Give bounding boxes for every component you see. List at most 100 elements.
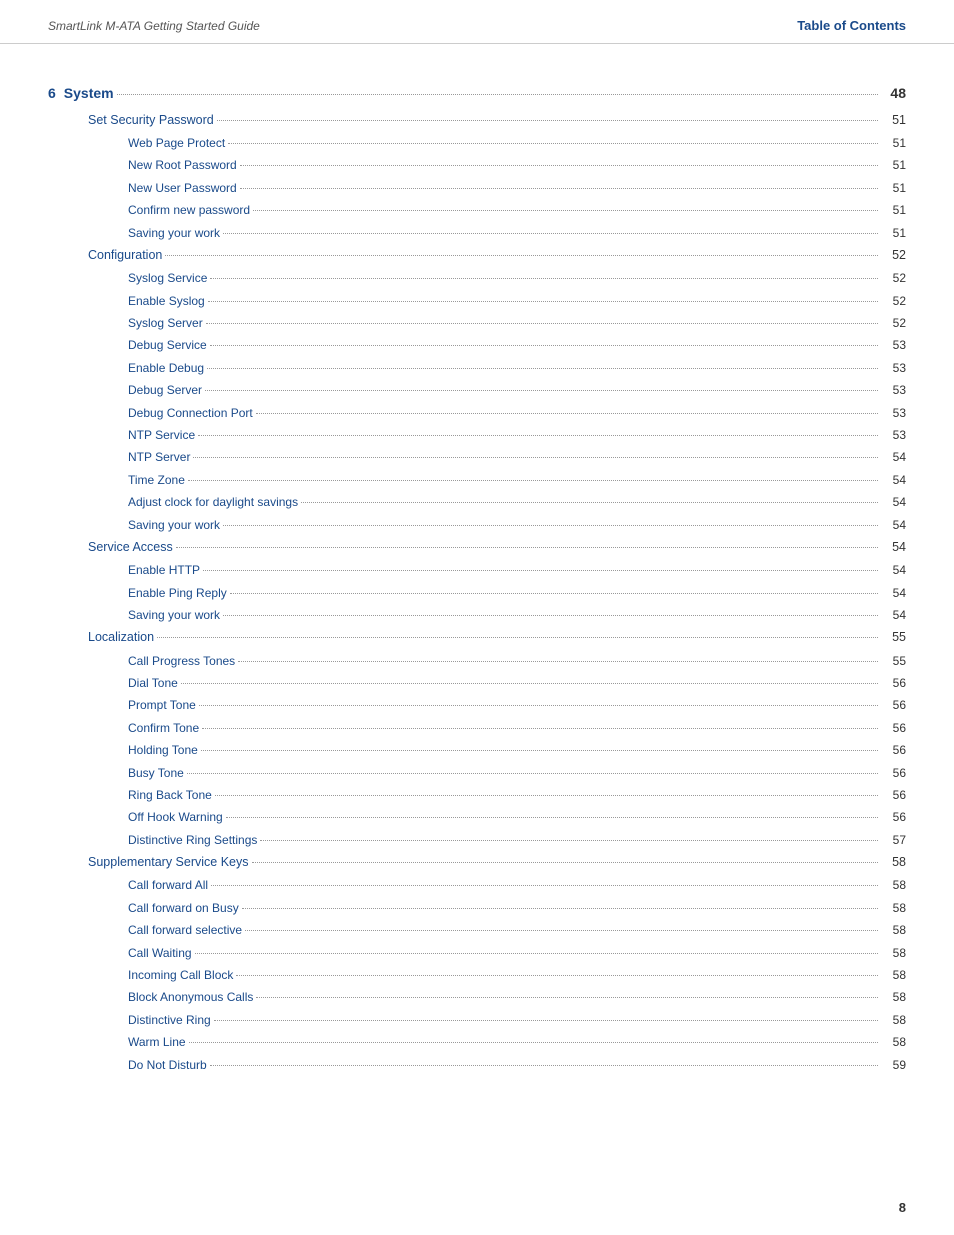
toc-item-dots (208, 301, 878, 302)
toc-item-page: 59 (881, 1055, 906, 1075)
toc-item-page: 58 (881, 852, 906, 873)
toc-item-label: Saving your work (128, 515, 220, 535)
toc-item-page: 51 (881, 178, 906, 198)
toc-item-label: Holding Tone (128, 740, 198, 760)
chapter-dots (117, 94, 878, 95)
list-item: NTP Service53 (48, 425, 906, 445)
toc-item-page: 54 (881, 470, 906, 490)
list-item: Call forward selective58 (48, 920, 906, 940)
toc-item-page: 56 (881, 673, 906, 693)
toc-item-dots (189, 1042, 878, 1043)
toc-item-page: 58 (881, 875, 906, 895)
toc-item-page: 56 (881, 718, 906, 738)
list-item: Incoming Call Block58 (48, 965, 906, 985)
toc-entries: Set Security Password51Web Page Protect5… (48, 110, 906, 1075)
toc-item-label: Enable Syslog (128, 291, 205, 311)
list-item: Supplementary Service Keys58 (48, 852, 906, 873)
toc-item-label: Distinctive Ring (128, 1010, 211, 1030)
toc-item-dots (217, 120, 878, 121)
toc-item-label: Adjust clock for daylight savings (128, 492, 298, 512)
list-item: Prompt Tone56 (48, 695, 906, 715)
toc-item-dots (176, 547, 878, 548)
list-item: Debug Service53 (48, 335, 906, 355)
toc-item-page: 55 (881, 651, 906, 671)
toc-item-dots (253, 210, 878, 211)
list-item: Confirm new password51 (48, 200, 906, 220)
list-item: Call Waiting58 (48, 943, 906, 963)
toc-item-page: 54 (881, 447, 906, 467)
toc-item-dots (210, 278, 878, 279)
toc-item-page: 52 (881, 313, 906, 333)
toc-item-label: Syslog Server (128, 313, 203, 333)
list-item: Block Anonymous Calls58 (48, 987, 906, 1007)
toc-item-dots (214, 1020, 878, 1021)
toc-item-label: Call Waiting (128, 943, 192, 963)
toc-item-dots (236, 975, 878, 976)
toc-item-page: 53 (881, 335, 906, 355)
toc-item-dots (157, 637, 878, 638)
page-header: SmartLink M-ATA Getting Started Guide Ta… (0, 0, 954, 44)
list-item: New Root Password51 (48, 155, 906, 175)
toc-item-label: Prompt Tone (128, 695, 196, 715)
toc-item-dots (223, 525, 878, 526)
toc-item-page: 52 (881, 268, 906, 288)
list-item: Confirm Tone 56 (48, 718, 906, 738)
toc-item-page: 58 (881, 987, 906, 1007)
toc-item-page: 51 (881, 133, 906, 153)
toc-item-dots (181, 683, 878, 684)
toc-item-label: Call forward on Busy (128, 898, 239, 918)
toc-item-page: 58 (881, 920, 906, 940)
list-item: Syslog Service 52 (48, 268, 906, 288)
toc-item-label: Syslog Service (128, 268, 207, 288)
toc-item-dots (187, 773, 878, 774)
toc-item-label: Distinctive Ring Settings (128, 830, 257, 850)
toc-item-page: 54 (881, 515, 906, 535)
toc-item-dots (252, 862, 879, 863)
toc-item-dots (256, 413, 878, 414)
list-item: Service Access54 (48, 537, 906, 558)
toc-item-dots (223, 233, 878, 234)
list-item: Time Zone54 (48, 470, 906, 490)
toc-item-dots (211, 885, 878, 886)
toc-content: 6 System 48 Set Security Password51Web P… (0, 44, 954, 1117)
toc-item-page: 53 (881, 425, 906, 445)
toc-item-label: Confirm Tone (128, 718, 199, 738)
list-item: Warm Line58 (48, 1032, 906, 1052)
toc-item-dots (242, 908, 878, 909)
toc-item-label: Enable Ping Reply (128, 583, 227, 603)
chapter-page: 48 (881, 82, 906, 106)
list-item: Saving your work 54 (48, 515, 906, 535)
list-item: Dial Tone56 (48, 673, 906, 693)
toc-item-page: 56 (881, 807, 906, 827)
toc-item-label: Localization (88, 627, 154, 648)
toc-item-dots (256, 997, 878, 998)
list-item: Call forward on Busy 58 (48, 898, 906, 918)
page-number: 8 (899, 1200, 906, 1215)
toc-item-dots (223, 615, 878, 616)
page-footer: 8 (899, 1200, 906, 1215)
toc-item-page: 58 (881, 898, 906, 918)
list-item: Saving your work54 (48, 605, 906, 625)
toc-item-label: Incoming Call Block (128, 965, 233, 985)
toc-item-label: Confirm new password (128, 200, 250, 220)
toc-chapter: 6 System 48 (48, 82, 906, 106)
toc-item-dots (193, 457, 878, 458)
list-item: Configuration52 (48, 245, 906, 266)
toc-item-label: Call forward All (128, 875, 208, 895)
toc-item-page: 58 (881, 1010, 906, 1030)
toc-item-dots (195, 953, 878, 954)
list-item: Enable Syslog52 (48, 291, 906, 311)
toc-item-dots (199, 705, 878, 706)
list-item: Enable Debug53 (48, 358, 906, 378)
toc-item-dots (202, 728, 878, 729)
toc-item-label: Off Hook Warning (128, 807, 223, 827)
toc-item-dots (210, 1065, 878, 1066)
toc-item-dots (301, 502, 878, 503)
list-item: Debug Connection Port53 (48, 403, 906, 423)
list-item: Off Hook Warning 56 (48, 807, 906, 827)
list-item: Web Page Protect51 (48, 133, 906, 153)
toc-item-label: Enable Debug (128, 358, 204, 378)
toc-item-page: 56 (881, 740, 906, 760)
toc-item-dots (210, 345, 878, 346)
toc-item-dots (188, 480, 878, 481)
